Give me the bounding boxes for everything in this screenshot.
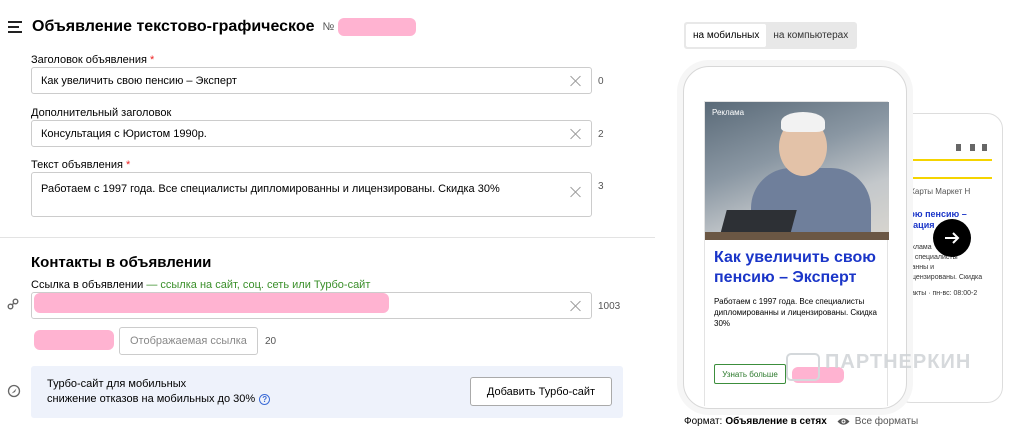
link-label: Ссылка в объявлении — ссылка на сайт, со… — [31, 279, 371, 291]
ad-title[interactable]: Как увеличить свою пенсию – Эксперт — [714, 248, 884, 288]
clear-subheadline-icon[interactable] — [570, 128, 582, 140]
secondary-line-1: реклама — [904, 244, 932, 251]
headline-counter: 0 — [598, 76, 604, 87]
ad-text: Работаем с 1997 года. Все специалисты ди… — [714, 297, 877, 328]
menu-icon[interactable] — [8, 21, 22, 33]
secondary-line-3: ованны и — [904, 264, 935, 271]
headline-label: Заголовок объявления * — [31, 54, 155, 66]
ad-text-input[interactable]: Работаем с 1997 года. Все специалисты ди… — [31, 172, 592, 217]
learn-more-button[interactable]: Узнать больше — [714, 364, 786, 384]
watermark: ПАРТНЕРКИН — [825, 351, 972, 373]
link-value-redacted — [34, 293, 389, 313]
help-icon[interactable]: ? — [259, 393, 271, 405]
ad-image: Реклама — [705, 102, 889, 240]
tab-desktop[interactable]: на компьютерах — [766, 24, 855, 47]
ad-text-label: Текст объявления * — [31, 159, 131, 171]
tab-mobile[interactable]: на мобильных — [686, 24, 767, 47]
subheadline-label: Дополнительный заголовок — [31, 107, 172, 119]
eye-icon — [837, 418, 850, 425]
ad-label: Реклама — [712, 108, 745, 117]
arrow-right-icon — [945, 232, 960, 244]
link-icon — [7, 298, 19, 310]
search-bar — [900, 159, 992, 179]
turbo-subtitle: снижение отказов на мобильных до 30% ? — [47, 393, 271, 405]
display-link-counter: 20 — [265, 336, 277, 347]
ad-number-label: № — [322, 21, 335, 33]
turbo-site-panel: Турбо-сайт для мобильных снижение отказо… — [31, 366, 623, 418]
link-counter: 1003 — [598, 301, 621, 312]
page-title: Объявление текстово-графическое — [32, 18, 315, 35]
services-nav: с Карты Маркет Н — [904, 187, 971, 196]
secondary-line-4: лицензированы. Скидка — [904, 274, 983, 281]
add-turbo-site-button[interactable]: Добавить Турбо-сайт — [470, 377, 612, 406]
subheadline-input[interactable]: Консультация с Юристом 1990р. — [31, 120, 592, 147]
ad-text-counter: 3 — [598, 181, 604, 192]
ad-editor: Объявление текстово-графическое № Заголо… — [0, 0, 655, 436]
subheadline-counter: 2 — [598, 129, 604, 140]
link-hint: — ссылка на сайт, соц. сеть или Турбо-са… — [146, 279, 371, 291]
editor-header: Объявление текстово-графическое № — [8, 18, 417, 36]
display-domain-redacted — [34, 330, 114, 350]
ad-preview: на мобильных на компьютерах с Карты Марк… — [655, 0, 1024, 436]
clear-ad-text-icon[interactable] — [570, 186, 582, 198]
contacts-title: Контакты в объявлении — [31, 254, 212, 271]
ad-number-redacted — [338, 18, 417, 36]
next-preview-button[interactable] — [933, 219, 971, 257]
subheadline-value: Консультация с Юристом 1990р. — [41, 127, 207, 140]
headline-value: Как увеличить свою пенсию – Эксперт — [41, 74, 237, 87]
all-formats-link[interactable]: Все форматы — [855, 416, 918, 427]
ad-text-value: Работаем с 1997 года. Все специалисты ди… — [41, 183, 500, 195]
format-value: Объявление в сетях — [725, 416, 827, 427]
display-link-input[interactable]: Отображаемая ссылка — [119, 327, 258, 355]
section-divider — [0, 237, 655, 238]
headline-input[interactable]: Как увеличить свою пенсию – Эксперт — [31, 67, 592, 94]
turbo-title: Турбо-сайт для мобильных — [47, 378, 187, 390]
clear-headline-icon[interactable] — [570, 75, 582, 87]
format-label: Формат: — [684, 416, 723, 427]
format-row: Формат: Объявление в сетях Все форматы — [684, 416, 918, 427]
clear-link-icon[interactable] — [570, 300, 582, 312]
status-icons — [956, 144, 987, 152]
preview-tabs: на мобильных на компьютерах — [684, 22, 858, 49]
secondary-contacts: нтакты · пн-вс: 08:00-2 — [904, 290, 978, 297]
turbo-rocket-icon — [7, 384, 21, 398]
